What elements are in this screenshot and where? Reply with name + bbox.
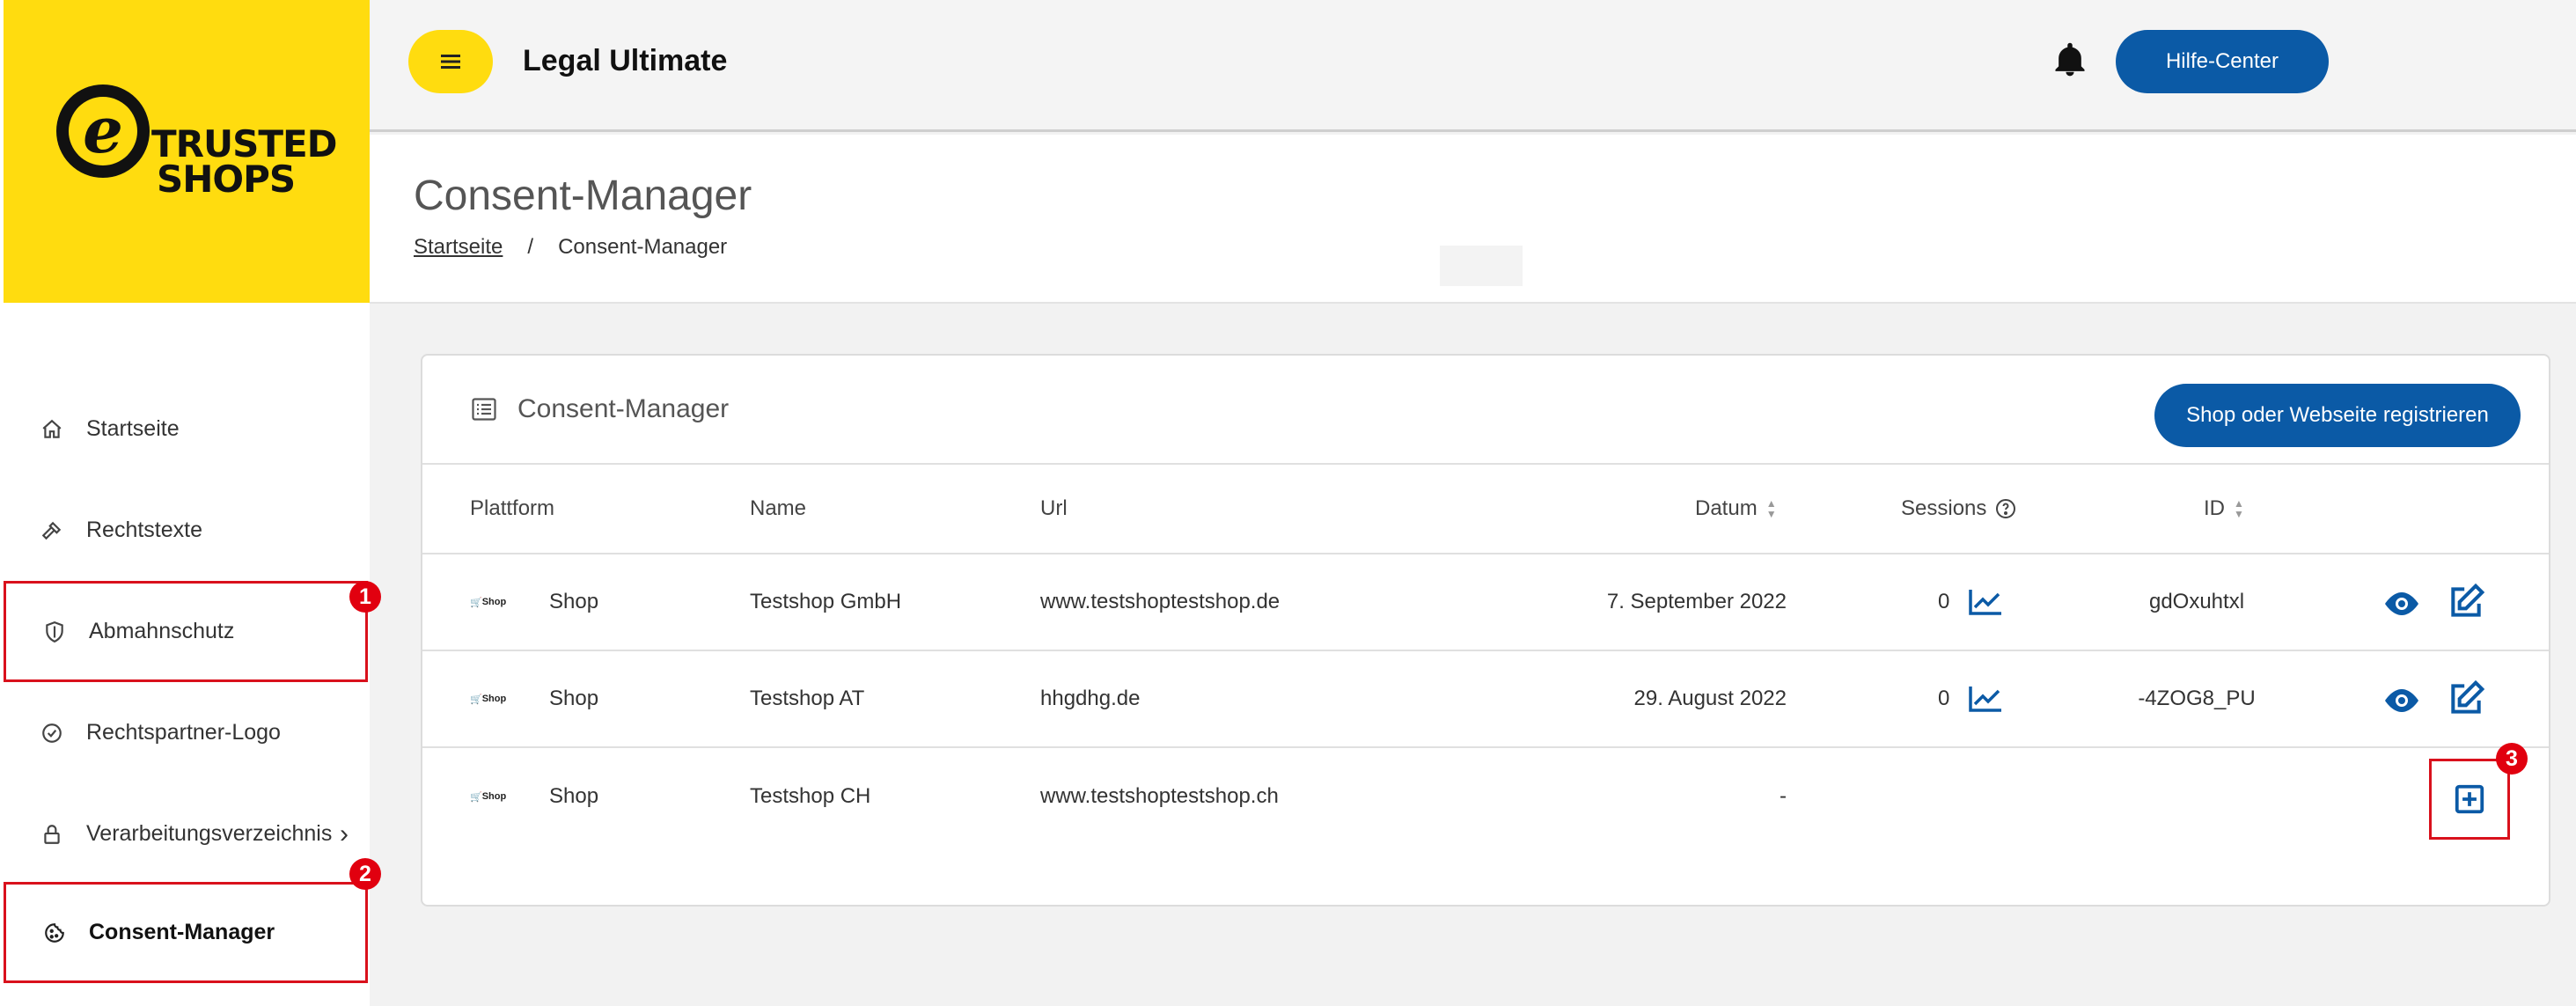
eye-icon[interactable] bbox=[2382, 590, 2422, 618]
table-row: 🛒 Shop Shop Testshop CH www.testshoptests… bbox=[422, 743, 2549, 845]
home-icon bbox=[39, 416, 65, 443]
page-title: Consent-Manager bbox=[414, 173, 752, 219]
cookie-icon bbox=[41, 920, 68, 946]
trend-chart-icon[interactable] bbox=[1968, 685, 2003, 713]
sidebar-item-label: Rechtspartner-Logo bbox=[86, 720, 281, 745]
sort-icon: ▲ ▼ bbox=[1765, 497, 1777, 520]
sidebar-item-abmahnschutz[interactable]: Abmahnschutz bbox=[4, 581, 368, 682]
sidebar-item-label: Consent-Manager bbox=[89, 920, 275, 944]
column-header-id[interactable]: ID ▲ ▼ bbox=[2204, 465, 2244, 553]
app-title: Legal Ultimate bbox=[523, 44, 728, 77]
column-header-date[interactable]: Datum ▲ ▼ bbox=[1695, 465, 1777, 553]
step-badge-1: 1 bbox=[349, 581, 381, 613]
sidebar-item-label: Rechtstexte bbox=[86, 518, 203, 542]
shop-name: Testshop AT bbox=[750, 687, 865, 710]
shop-url: www.testshoptestshop.de bbox=[1040, 590, 1281, 613]
table-row: 🛒 Shop Shop Testshop GmbH www.testshoptes… bbox=[422, 554, 2549, 651]
shop-platform-logo: 🛒 Shop bbox=[470, 694, 507, 705]
page-header: Consent-Manager Startseite / Consent-Manag… bbox=[370, 135, 2576, 304]
shield-icon bbox=[41, 619, 68, 645]
sidebar-item-label: Verarbeitungsverzeichnis bbox=[86, 821, 333, 846]
card-title: Consent-Manager bbox=[517, 394, 730, 423]
gavel-icon bbox=[39, 518, 65, 544]
shop-name: Testshop GmbH bbox=[750, 590, 902, 613]
shop-date: - bbox=[1780, 784, 1787, 808]
sidebar-item-verarbeitungsverzeichnis[interactable]: Verarbeitungsverzeichnis › bbox=[4, 783, 368, 885]
shop-platform-logo: 🛒 Shop bbox=[470, 597, 507, 608]
eye-icon[interactable] bbox=[2382, 687, 2422, 715]
add-consent-button[interactable] bbox=[2429, 759, 2510, 840]
table-row: 🛒 Shop Shop Testshop AT hhgdhg.de 29. Aug… bbox=[422, 651, 2549, 748]
sidebar-item-rechtspartner-logo[interactable]: Rechtspartner-Logo bbox=[4, 682, 368, 783]
hamburger-icon bbox=[441, 55, 460, 69]
edit-icon[interactable] bbox=[2447, 679, 2485, 718]
shop-id: -4ZOG8_PU bbox=[2138, 687, 2256, 710]
help-circle-icon[interactable] bbox=[1995, 498, 2016, 519]
list-icon bbox=[472, 398, 496, 421]
sessions-cell: 0 bbox=[1901, 554, 2042, 650]
trusted-shops-logo[interactable]: e TRUSTED SHOPS bbox=[4, 0, 370, 303]
consent-manager-card: Consent-Manager Shop oder Webseite regis… bbox=[421, 354, 2550, 907]
sidebar-item-consent-manager[interactable]: Consent-Manager bbox=[4, 882, 368, 983]
shop-url: www.testshoptestshop.ch bbox=[1040, 784, 1279, 808]
breadcrumb: Startseite / Consent-Manager bbox=[414, 235, 727, 260]
edit-icon[interactable] bbox=[2447, 583, 2485, 621]
chevron-right-icon: › bbox=[340, 819, 349, 848]
lock-icon bbox=[39, 821, 65, 848]
sessions-cell: 0 bbox=[1901, 651, 2042, 746]
shop-platform-logo: 🛒 Shop bbox=[470, 791, 507, 803]
top-bar: Legal Ultimate Hilfe-Center bbox=[370, 0, 2576, 132]
shop-date: 7. September 2022 bbox=[1606, 590, 1787, 613]
table-header: Plattform Name Url Datum ▲ ▼ Sessions ID … bbox=[422, 465, 2549, 554]
logo-e-mark: e bbox=[56, 84, 150, 178]
plus-square-icon bbox=[2455, 784, 2484, 814]
column-header-sessions: Sessions bbox=[1901, 465, 2016, 553]
trend-chart-icon[interactable] bbox=[1968, 588, 2003, 616]
platform-cell: 🛒 Shop Shop bbox=[470, 687, 599, 710]
menu-toggle-button[interactable] bbox=[408, 30, 493, 93]
breadcrumb-home-link[interactable]: Startseite bbox=[414, 235, 503, 259]
bell-icon[interactable] bbox=[2051, 39, 2089, 81]
register-shop-button[interactable]: Shop oder Webseite registrieren bbox=[2154, 384, 2521, 447]
platform-cell: 🛒 Shop Shop bbox=[470, 590, 599, 613]
column-header-name: Name bbox=[750, 496, 807, 520]
shop-name: Testshop CH bbox=[750, 784, 871, 808]
sessions-count: 0 bbox=[1938, 687, 1950, 710]
sidebar-item-label: Startseite bbox=[86, 416, 180, 441]
breadcrumb-separator: / bbox=[527, 235, 534, 259]
sidebar: e TRUSTED SHOPS Startseite Rechtstexte A… bbox=[0, 0, 381, 1006]
shop-date: 29. August 2022 bbox=[1633, 687, 1787, 710]
card-header: Consent-Manager Shop oder Webseite regis… bbox=[422, 356, 2549, 465]
step-badge-2: 2 bbox=[349, 858, 381, 890]
blank-placeholder bbox=[1440, 246, 1523, 286]
column-header-platform: Plattform bbox=[470, 496, 555, 520]
logo-wordmark: TRUSTED SHOPS bbox=[151, 122, 338, 201]
platform-cell: 🛒 Shop Shop bbox=[470, 784, 599, 808]
sidebar-item-startseite[interactable]: Startseite bbox=[4, 378, 368, 480]
sidebar-item-rechtstexte[interactable]: Rechtstexte bbox=[4, 480, 368, 581]
shop-id: gdOxuhtxl bbox=[2148, 590, 2245, 613]
help-center-button[interactable]: Hilfe-Center bbox=[2116, 30, 2329, 93]
step-badge-3: 3 bbox=[2496, 743, 2528, 775]
sessions-count: 0 bbox=[1938, 590, 1950, 613]
sort-icon: ▲ ▼ bbox=[2234, 497, 2244, 520]
shop-url: hhgdhg.de bbox=[1040, 687, 1141, 710]
check-circle-icon bbox=[39, 720, 65, 746]
sidebar-item-label: Abmahnschutz bbox=[89, 619, 235, 643]
column-header-url: Url bbox=[1040, 496, 1068, 520]
breadcrumb-current: Consent-Manager bbox=[558, 235, 728, 259]
